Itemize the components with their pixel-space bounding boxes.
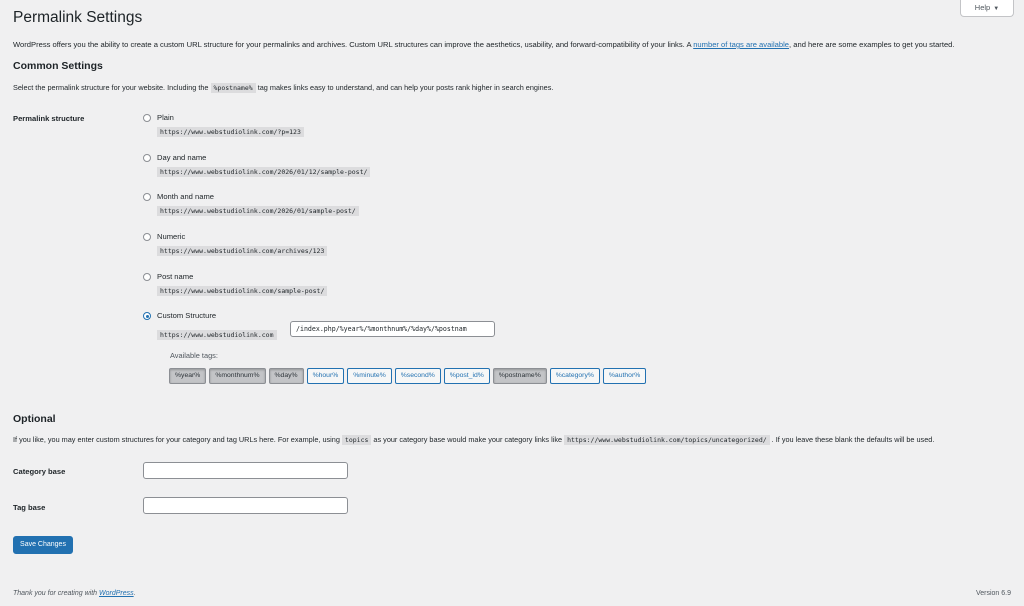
- tag-second-button[interactable]: %second%: [394, 368, 441, 384]
- optional-desc: If you like, you may enter custom struct…: [13, 435, 935, 445]
- radio-day-and-name[interactable]: [143, 154, 151, 162]
- wordpress-link[interactable]: WordPress: [99, 590, 134, 597]
- radio-numeric[interactable]: [143, 233, 151, 241]
- help-label: Help: [974, 3, 991, 12]
- category-base-label: Category base: [13, 467, 66, 476]
- radio-month-and-name[interactable]: [143, 193, 151, 201]
- postname-code: %postname%: [210, 83, 256, 93]
- tag-postname-button[interactable]: %postname%: [492, 368, 547, 384]
- radio-plain[interactable]: [143, 114, 151, 122]
- tag-category-button[interactable]: %category%: [549, 368, 600, 384]
- topics-code: topics: [341, 435, 372, 445]
- tag-monthnum-button[interactable]: %monthnum%: [209, 368, 266, 384]
- tag-author-button[interactable]: %author%: [602, 368, 647, 384]
- available-tags: %year% %monthnum% %day% %hour% %minute% …: [169, 368, 647, 384]
- custom-structure-input[interactable]: /index.php/%year%/%monthnum%/%day%/%post…: [290, 321, 495, 337]
- tag-base-input[interactable]: [143, 497, 348, 514]
- tag-base-label: Tag base: [13, 503, 46, 512]
- footer-credit: Thank you for creating with WordPress.: [13, 590, 136, 597]
- radio-post-name[interactable]: [143, 273, 151, 281]
- common-settings-heading: Common Settings: [13, 60, 103, 72]
- tags-doc-link[interactable]: number of tags are available: [693, 40, 789, 49]
- tag-post-id-button[interactable]: %post_id%: [443, 368, 490, 384]
- page-title: Permalink Settings: [13, 9, 143, 26]
- category-base-input[interactable]: [143, 462, 348, 479]
- footer-version: Version 6.9: [975, 590, 1011, 597]
- tag-year-button[interactable]: %year%: [169, 368, 207, 384]
- optional-heading: Optional: [13, 413, 56, 425]
- caret-down-icon: ▼: [993, 6, 1000, 12]
- common-settings-desc: Select the permalink structure for your …: [13, 83, 554, 93]
- intro-text: WordPress offers you the ability to crea…: [13, 40, 955, 49]
- save-changes-button[interactable]: Save Changes: [13, 536, 73, 554]
- category-example-code: https://www.webstudiolink.com/topics/unc…: [564, 435, 770, 445]
- available-tags-label: Available tags:: [170, 351, 218, 360]
- tag-day-button[interactable]: %day%: [268, 368, 304, 384]
- help-tab-button[interactable]: Help ▼: [960, 0, 1014, 17]
- tag-minute-button[interactable]: %minute%: [347, 368, 392, 384]
- tag-hour-button[interactable]: %hour%: [306, 368, 345, 384]
- permalink-structure-label: Permalink structure: [13, 114, 85, 123]
- radio-custom-structure[interactable]: [143, 312, 151, 320]
